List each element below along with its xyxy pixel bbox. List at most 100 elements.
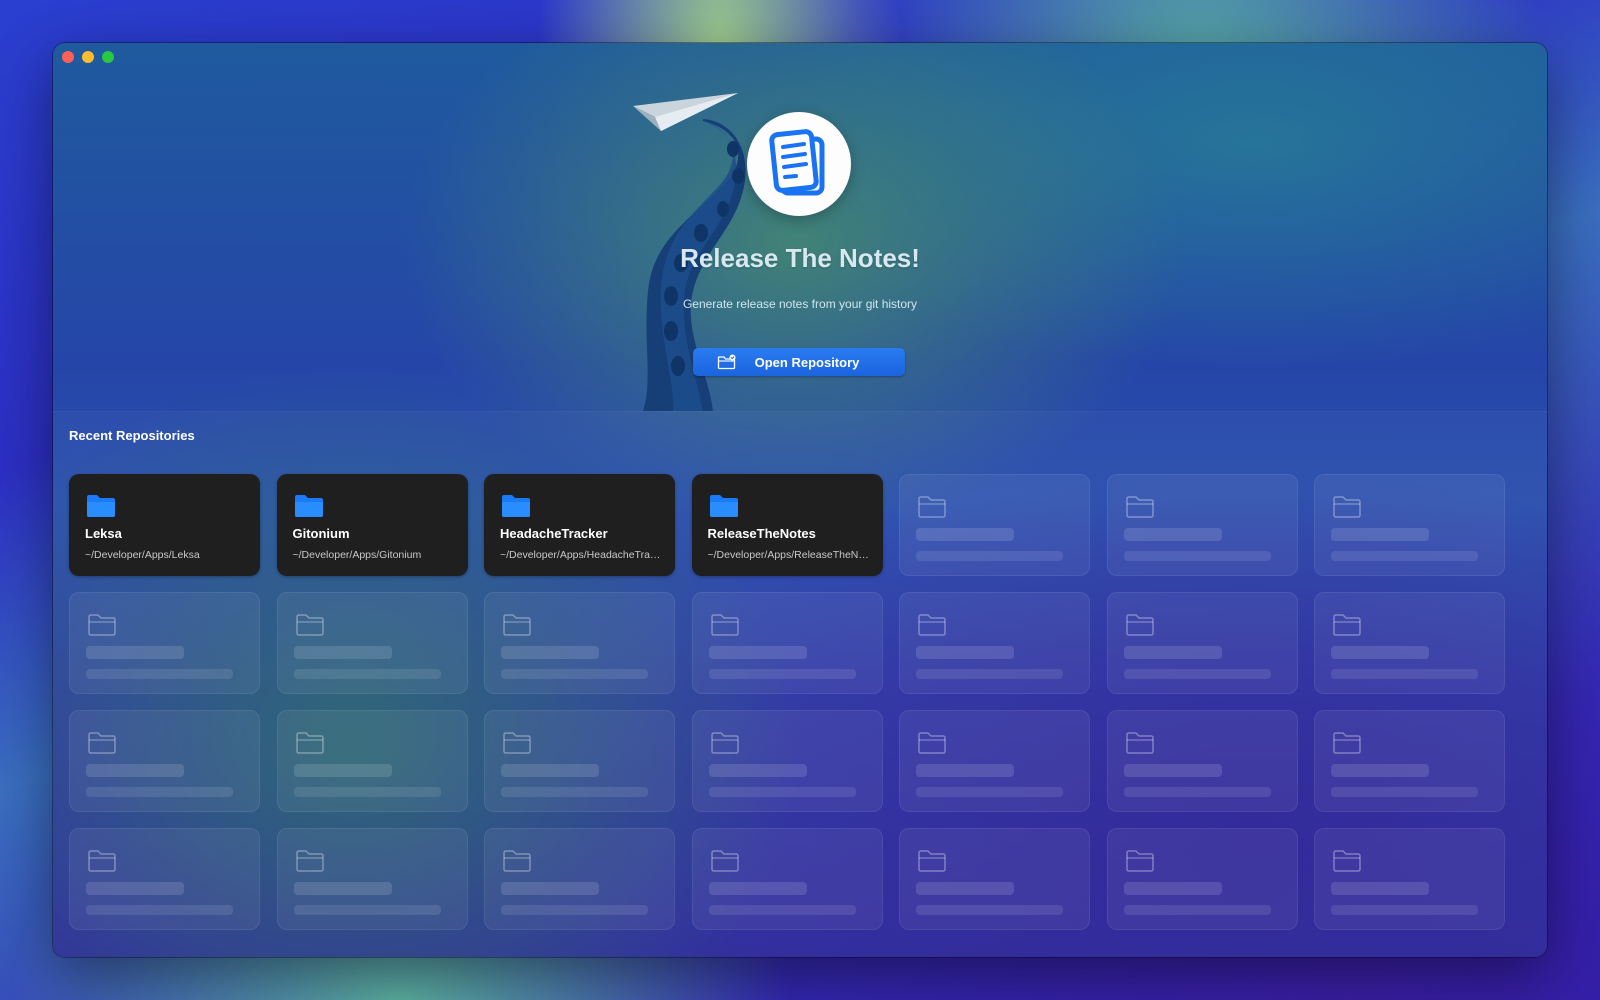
placeholder-path-bar (916, 669, 1063, 679)
placeholder-name-bar (1331, 646, 1429, 659)
placeholder-path-bar (916, 905, 1063, 915)
placeholder-card (69, 592, 260, 694)
placeholder-name-bar (1331, 764, 1429, 777)
placeholder-card (1106, 474, 1298, 576)
placeholder-name-bar (86, 882, 184, 895)
placeholder-path-bar (501, 905, 648, 915)
folder-outline-icon (1125, 731, 1155, 760)
placeholder-path-bar (501, 787, 648, 797)
placeholder-path-bar (293, 905, 441, 915)
repository-path: ~/Developer/Apps/HeadacheTracker (500, 549, 665, 561)
placeholder-path-bar (708, 905, 856, 915)
placeholder-path-bar (708, 669, 856, 679)
folder-icon (709, 494, 739, 523)
placeholder-path-bar (1331, 669, 1478, 679)
zoom-window-button[interactable] (102, 51, 114, 63)
placeholder-card (1314, 474, 1505, 576)
placeholder-card (691, 710, 883, 812)
placeholder-name-bar (293, 764, 392, 777)
folder-outline-icon (917, 849, 947, 878)
placeholder-name-bar (1123, 646, 1222, 659)
document-icon (769, 129, 825, 196)
folder-outline-icon (1332, 849, 1362, 878)
folder-outline-icon (710, 849, 740, 878)
placeholder-name-bar (1123, 528, 1222, 541)
repository-name: Gitonium (292, 526, 350, 541)
folder-outline-icon (502, 731, 532, 760)
repository-card[interactable]: ReleaseTheNotes ~/Developer/Apps/ReleaseT… (691, 474, 883, 576)
folder-icon (86, 494, 116, 523)
folder-outline-icon (87, 731, 117, 760)
minimize-window-button[interactable] (82, 51, 94, 63)
recent-repositories-section: Recent Repositories Leksa ~/Developer/App… (53, 411, 1547, 957)
app-title: Release The Notes! (680, 243, 920, 273)
placeholder-card (1314, 828, 1505, 930)
folder-outline-icon (502, 849, 532, 878)
folder-outline-icon (502, 613, 532, 642)
placeholder-path-bar (1331, 787, 1478, 797)
placeholder-card (1106, 710, 1298, 812)
folder-outline-icon (710, 613, 740, 642)
placeholder-card (899, 710, 1090, 812)
placeholder-card (899, 592, 1090, 694)
placeholder-name-bar (86, 646, 184, 659)
repository-card[interactable]: HeadacheTracker ~/Developer/Apps/Headache… (484, 474, 675, 576)
placeholder-path-bar (293, 787, 441, 797)
folder-outline-icon (1125, 495, 1155, 524)
folder-outline-icon (1125, 849, 1155, 878)
placeholder-path-bar (1331, 551, 1478, 561)
placeholder-name-bar (86, 764, 184, 777)
repository-name: HeadacheTracker (500, 526, 608, 541)
placeholder-path-bar (708, 787, 856, 797)
folder-outline-icon (917, 731, 947, 760)
repository-card[interactable]: Leksa ~/Developer/Apps/Leksa (69, 474, 260, 576)
placeholder-card (691, 592, 883, 694)
placeholder-name-bar (501, 646, 599, 659)
folder-outline-icon (917, 613, 947, 642)
folder-outline-icon (1332, 731, 1362, 760)
folder-outline-icon (710, 731, 740, 760)
section-title: Recent Repositories (69, 428, 195, 443)
folder-outline-icon (295, 849, 325, 878)
placeholder-card (899, 474, 1090, 576)
app-window: Release The Notes! Generate release note… (53, 43, 1547, 957)
placeholder-path-bar (293, 669, 441, 679)
placeholder-card (484, 828, 675, 930)
repository-card[interactable]: Gitonium ~/Developer/Apps/Gitonium (276, 474, 468, 576)
placeholder-path-bar (1123, 551, 1271, 561)
placeholder-path-bar (1331, 905, 1478, 915)
placeholder-path-bar (86, 905, 233, 915)
repository-path: ~/Developer/Apps/ReleaseTheNotes (707, 549, 873, 561)
folder-outline-icon (1332, 495, 1362, 524)
open-repository-label: Open Repository (754, 354, 860, 370)
placeholder-path-bar (1123, 669, 1271, 679)
open-repository-button[interactable]: Open Repository (693, 348, 905, 376)
placeholder-name-bar (916, 764, 1014, 777)
placeholder-name-bar (708, 882, 807, 895)
close-window-button[interactable] (62, 51, 74, 63)
placeholder-card (69, 828, 260, 930)
placeholder-name-bar (501, 764, 599, 777)
placeholder-path-bar (916, 551, 1063, 561)
placeholder-path-bar (501, 669, 648, 679)
folder-icon (294, 494, 324, 523)
placeholder-card (1314, 592, 1505, 694)
placeholder-card (1314, 710, 1505, 812)
placeholder-name-bar (916, 882, 1014, 895)
placeholder-name-bar (1123, 882, 1222, 895)
folder-outline-icon (917, 495, 947, 524)
folder-outline-icon (87, 613, 117, 642)
folder-icon (501, 494, 531, 523)
placeholder-path-bar (1123, 787, 1271, 797)
repository-name: ReleaseTheNotes (707, 526, 816, 541)
placeholder-card (691, 828, 883, 930)
folder-badge-icon (717, 354, 736, 370)
placeholder-name-bar (501, 882, 599, 895)
placeholder-name-bar (708, 764, 807, 777)
folder-outline-icon (1125, 613, 1155, 642)
placeholder-name-bar (293, 646, 392, 659)
placeholder-name-bar (916, 646, 1014, 659)
window-controls (62, 51, 114, 63)
placeholder-card (69, 710, 260, 812)
folder-outline-icon (87, 849, 117, 878)
